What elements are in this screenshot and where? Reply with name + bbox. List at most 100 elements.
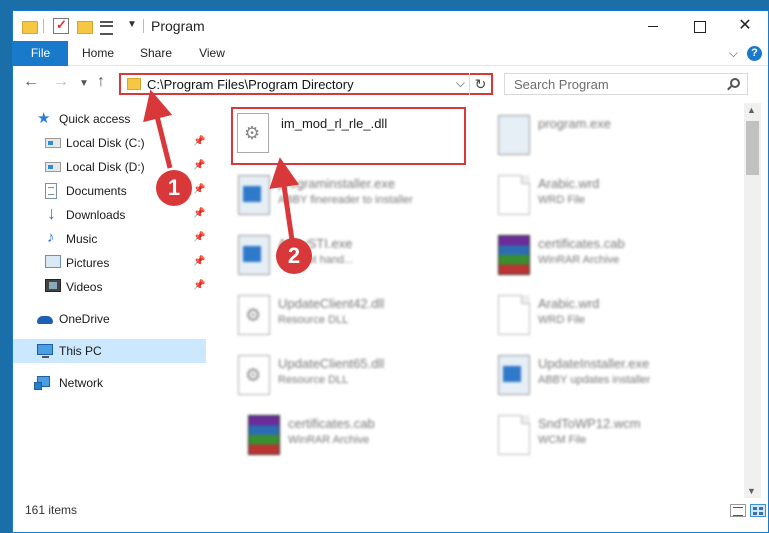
sidebar-item-quick-access[interactable]: Quick access — [13, 107, 206, 131]
new-folder-icon[interactable] — [76, 18, 93, 34]
help-icon[interactable]: ? — [747, 46, 762, 61]
videos-icon — [45, 279, 61, 292]
file-name: Arabic.wrd — [538, 176, 600, 191]
search-placeholder: Search Program — [514, 77, 609, 92]
chevron-down-icon[interactable]: ⌵ — [456, 76, 465, 91]
file-item[interactable]: AbbySTI.exe st event hand... — [230, 229, 470, 285]
maximize-button[interactable] — [676, 11, 722, 41]
tab-share[interactable]: Share — [133, 41, 179, 66]
up-arrow-icon[interactable]: ↑ — [97, 73, 105, 91]
sidebar-item-label: OneDrive — [59, 312, 110, 326]
file-item[interactable]: program.exe — [490, 109, 730, 165]
file-item[interactable]: certificates.cab WinRAR Archive — [490, 229, 730, 285]
blank-file-icon — [498, 415, 530, 455]
refresh-icon[interactable]: ↻ — [469, 73, 491, 95]
address-bar[interactable]: C:\Program Files\Program Directory ⌵ ↻ — [119, 73, 493, 95]
music-icon — [45, 229, 61, 247]
file-type: Resource DLL — [278, 314, 349, 326]
local-disk-icon — [45, 138, 61, 148]
customize-view-icon[interactable] — [99, 18, 115, 35]
pin-icon[interactable]: 📌 — [193, 280, 205, 291]
file-item[interactable]: certificates.cab WinRAR Archive — [240, 409, 480, 465]
sidebar-item-music[interactable]: Music 📌 — [13, 227, 206, 251]
pin-icon[interactable]: 📌 — [193, 136, 205, 147]
tab-view[interactable]: View — [189, 41, 235, 66]
back-arrow-icon[interactable]: ← — [23, 73, 39, 91]
navigation-bar: ← → ▼ ↑ C:\Program Files\Program Directo… — [13, 67, 768, 101]
file-item[interactable]: UpdateInstaller.exe ABBY updates install… — [490, 349, 730, 405]
sidebar-item-pictures[interactable]: Pictures 📌 — [13, 251, 206, 275]
vertical-scrollbar[interactable]: ▲ ▼ — [744, 103, 761, 498]
exe-icon — [498, 115, 530, 155]
file-name: UpdateInstaller.exe — [538, 356, 650, 371]
blank-file-icon — [498, 175, 530, 215]
downloads-icon — [45, 203, 61, 224]
file-item-target-dll[interactable]: im_mod_rl_rle_.dll — [231, 107, 466, 165]
tab-file[interactable]: File — [13, 41, 68, 66]
sidebar-item-label: Videos — [66, 280, 103, 294]
folder-icon[interactable] — [21, 18, 38, 34]
scrollbar-thumb[interactable] — [746, 121, 759, 175]
file-name: program.exe — [538, 116, 611, 131]
explorer-window: ▼ Program ✕ File Home Share View ⌵ ? ← →… — [12, 10, 769, 533]
file-type: WRD File — [538, 194, 586, 206]
address-path[interactable]: C:\Program Files\Program Directory — [147, 77, 354, 92]
star-icon — [37, 109, 53, 127]
sidebar-item-onedrive[interactable]: OneDrive — [13, 307, 206, 331]
toolbar-separator — [143, 19, 144, 33]
status-bar: 161 items — [13, 498, 768, 522]
details-view-icon[interactable] — [730, 504, 746, 517]
sidebar-item-this-pc[interactable]: This PC — [13, 339, 206, 363]
navigation-pane: Quick access Local Disk (C:) 📌 Local Dis… — [13, 103, 206, 498]
scroll-down-icon[interactable]: ▼ — [747, 486, 756, 496]
quick-access-dropdown-icon[interactable]: ▼ — [127, 19, 137, 30]
file-item[interactable]: UpdateClient65.dll Resource DLL — [230, 349, 470, 405]
network-icon — [34, 376, 50, 390]
file-item[interactable]: Arabic.wrd WRD File — [490, 289, 730, 345]
file-type: WRD File — [538, 314, 586, 326]
sidebar-item-label: Pictures — [66, 256, 110, 270]
tab-home[interactable]: Home — [75, 41, 121, 66]
pin-icon[interactable]: 📌 — [193, 184, 205, 195]
ribbon-tabs: File Home Share View ⌵ ? — [13, 41, 768, 66]
dll-icon — [237, 113, 269, 153]
blank-file-icon — [498, 295, 530, 335]
pin-icon[interactable]: 📌 — [193, 208, 205, 219]
file-name: UpdateClient42.dll — [278, 296, 385, 311]
pin-icon[interactable]: 📌 — [193, 256, 205, 267]
sidebar-item-network[interactable]: Network — [13, 371, 206, 395]
pictures-icon — [45, 255, 61, 268]
documents-icon — [45, 183, 57, 199]
toolbar-separator — [43, 19, 44, 33]
file-name: UpdateClient65.dll — [278, 356, 385, 371]
file-name: certificates.cab — [538, 236, 625, 251]
onedrive-icon — [37, 311, 53, 327]
file-type: ABBY updates installer — [538, 374, 651, 386]
search-input[interactable]: Search Program — [504, 73, 748, 95]
file-item[interactable]: SndToWP12.wcm WCM File — [490, 409, 730, 465]
pin-icon[interactable]: 📌 — [193, 160, 205, 171]
forward-arrow-icon[interactable]: → — [53, 73, 69, 91]
minimize-button[interactable] — [630, 11, 676, 41]
file-name: SndToWP12.wcm — [538, 416, 641, 431]
sidebar-item-local-disk-c[interactable]: Local Disk (C:) 📌 — [13, 131, 206, 155]
scroll-up-icon[interactable]: ▲ — [747, 105, 756, 115]
sidebar-item-downloads[interactable]: Downloads 📌 — [13, 203, 206, 227]
properties-icon[interactable] — [53, 17, 69, 34]
file-name: Arabic.wrd — [538, 296, 600, 311]
winrar-icon — [498, 235, 530, 275]
sidebar-item-videos[interactable]: Videos 📌 — [13, 275, 206, 299]
pin-icon[interactable]: 📌 — [193, 232, 205, 243]
file-item[interactable]: UpdateClient42.dll Resource DLL — [230, 289, 470, 345]
expand-ribbon-icon[interactable]: ⌵ — [729, 46, 738, 61]
close-button[interactable]: ✕ — [722, 11, 768, 41]
file-item[interactable]: Arabic.wrd WRD File — [490, 169, 730, 225]
file-item[interactable]: programinstaller.exe ABBY finereader to … — [230, 169, 470, 225]
search-icon[interactable] — [730, 78, 740, 88]
winrar-icon — [248, 415, 280, 455]
recent-locations-icon[interactable]: ▼ — [79, 78, 89, 89]
large-icons-view-icon[interactable] — [750, 504, 766, 517]
file-name: programinstaller.exe — [278, 176, 396, 191]
file-name: certificates.cab — [288, 416, 375, 431]
sidebar-item-label: This PC — [59, 344, 102, 358]
